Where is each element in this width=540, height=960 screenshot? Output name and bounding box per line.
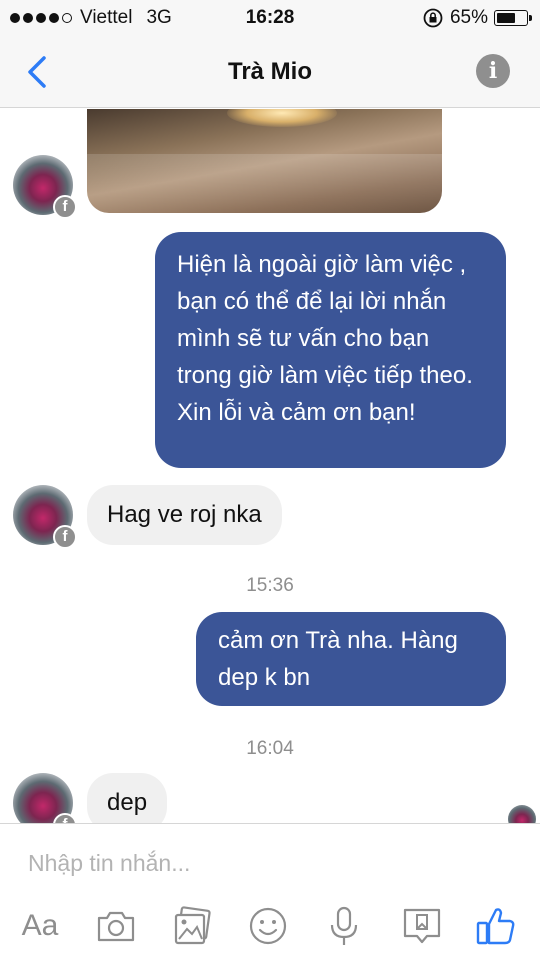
facebook-badge-icon: f	[53, 525, 77, 549]
contact-avatar[interactable]: f	[13, 155, 77, 219]
seen-indicator-avatar	[508, 805, 536, 823]
contact-avatar[interactable]: f	[13, 773, 77, 823]
status-bar: Viettel 3G 16:28 65%	[0, 0, 540, 36]
like-button[interactable]	[472, 902, 520, 950]
like-icon	[476, 908, 515, 945]
text-format-button[interactable]: Aa	[16, 902, 64, 950]
camera-icon	[97, 911, 135, 942]
microphone-button[interactable]	[320, 902, 368, 950]
gallery-icon	[174, 906, 211, 945]
outgoing-message[interactable]: cảm ơn Trà nha. Hàng dep k bn	[196, 612, 506, 706]
incoming-message[interactable]: Hag ve roj nka	[87, 485, 282, 545]
battery-icon	[494, 10, 532, 26]
conversation-header: Trà Mio i	[0, 36, 540, 108]
composer-toolbar: Aa	[0, 902, 540, 952]
sticker-icon	[249, 907, 287, 945]
message-timestamp: 16:04	[246, 738, 294, 759]
conversation-title[interactable]: Trà Mio	[0, 58, 540, 86]
rotation-lock-icon	[423, 8, 443, 28]
battery-fill	[497, 13, 516, 23]
gallery-button[interactable]	[168, 902, 216, 950]
sticker-button[interactable]	[244, 902, 292, 950]
outgoing-message[interactable]: Hiện là ngoài giờ làm việc , bạn có thể …	[155, 232, 506, 468]
microphone-icon	[330, 906, 358, 945]
shared-photo[interactable]	[87, 109, 442, 213]
camera-button[interactable]	[92, 902, 140, 950]
facebook-badge-icon: f	[53, 195, 77, 219]
battery-percent: 65%	[449, 7, 488, 28]
info-button[interactable]: i	[476, 54, 510, 88]
message-input[interactable]	[28, 846, 508, 880]
incoming-message[interactable]: dep	[87, 773, 168, 823]
message-composer: Aa	[0, 823, 540, 960]
info-icon: i	[488, 58, 498, 84]
more-button[interactable]	[398, 902, 446, 950]
contact-avatar[interactable]: f	[13, 485, 77, 549]
more-icon	[403, 908, 441, 944]
message-list[interactable]: f Hiện là ngoài giờ làm việc , bạn có th…	[0, 109, 540, 823]
message-timestamp: 15:36	[246, 575, 294, 596]
facebook-badge-icon: f	[53, 813, 77, 823]
